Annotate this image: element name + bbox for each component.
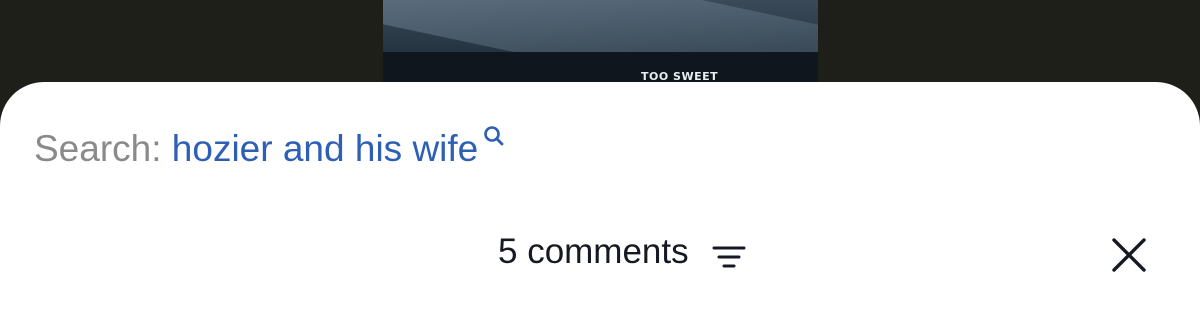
search-suggestion[interactable]: Search: hozier and his wife [34,126,504,170]
sort-icon[interactable] [712,244,746,270]
search-icon[interactable] [482,114,508,146]
search-prefix-label: Search: [34,128,162,169]
close-icon[interactable] [1110,236,1148,274]
comments-sheet: Search: hozier and his wife 5 comments [0,82,1200,322]
comments-count-label: 5 comments [498,232,689,271]
search-query-link[interactable]: hozier and his wife [172,128,478,169]
comments-header: 5 comments [0,230,1200,280]
